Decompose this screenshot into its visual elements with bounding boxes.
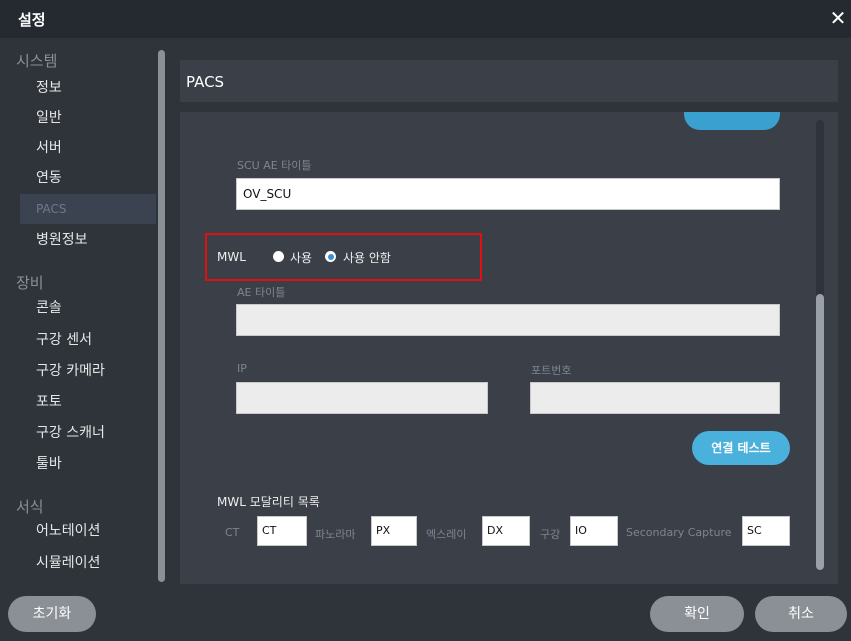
highlight-box (205, 233, 482, 281)
sidebar-item-server[interactable]: 서버 (20, 133, 156, 163)
pacs-settings-panel: SCU AE 타이틀 OV_SCU MWL 사용 사용 안함 AE 타이틀 IP… (180, 112, 838, 584)
confirm-button[interactable]: 확인 (650, 596, 744, 632)
sidebar-item-link[interactable]: 연동 (20, 163, 156, 193)
sidebar-item-info[interactable]: 정보 (20, 73, 156, 103)
modality-secondary-capture-label: Secondary Capture (626, 526, 732, 539)
ip-input[interactable] (236, 382, 488, 414)
cancel-button[interactable]: 취소 (755, 596, 847, 632)
sidebar-section-devices: 장비 (16, 274, 44, 292)
ae-title-label: AE 타이틀 (237, 286, 286, 299)
partial-button[interactable] (684, 112, 780, 130)
sidebar-scrollbar[interactable] (158, 50, 165, 582)
connection-test-button[interactable]: 연결 테스트 (692, 431, 790, 465)
sidebar-item-intraoral-sensor[interactable]: 구강 센서 (20, 325, 156, 355)
port-input[interactable] (530, 382, 780, 414)
ae-title-input[interactable] (236, 304, 780, 336)
modality-list-label: MWL 모달리티 목록 (217, 495, 320, 509)
modality-ct-label: CT (225, 526, 240, 539)
ip-label: IP (237, 362, 247, 375)
sidebar-section-templates: 서식 (16, 498, 44, 516)
title-bar: 설정 ✕ (0, 0, 851, 38)
modality-intraoral-label: 구강 (540, 528, 561, 541)
sidebar-item-intraoral-camera[interactable]: 구강 카메라 (20, 356, 156, 386)
sidebar-item-simulation[interactable]: 시뮬레이션 (20, 548, 156, 578)
panel-scroll-thumb[interactable] (816, 294, 824, 570)
sidebar-item-photo[interactable]: 포토 (20, 387, 156, 417)
sidebar-section-system: 시스템 (16, 52, 58, 70)
sidebar-item-toolbar[interactable]: 툴바 (20, 449, 156, 479)
modality-secondary-capture-input[interactable]: SC (742, 516, 790, 546)
sidebar: 시스템 정보 일반 서버 연동 PACS 병원정보 장비 콘솔 구강 센서 구강… (0, 38, 170, 594)
modality-xray-input[interactable]: DX (482, 516, 530, 546)
sidebar-item-intraoral-scanner[interactable]: 구강 스캐너 (20, 418, 156, 448)
port-label: 포트번호 (531, 364, 572, 377)
sidebar-item-console[interactable]: 콘솔 (20, 293, 156, 323)
section-header: PACS (180, 60, 838, 102)
modality-xray-label: 엑스레이 (426, 528, 467, 541)
sidebar-item-hospital-info[interactable]: 병원정보 (20, 225, 156, 255)
modality-ct-input[interactable]: CT (257, 516, 307, 546)
reset-button[interactable]: 초기화 (8, 596, 96, 632)
sidebar-item-annotation[interactable]: 어노테이션 (20, 516, 156, 546)
scu-ae-title-label: SCU AE 타이틀 (237, 159, 312, 172)
section-title: PACS (186, 73, 225, 91)
modality-panorama-input[interactable]: PX (371, 516, 417, 546)
sidebar-item-general[interactable]: 일반 (20, 103, 156, 133)
sidebar-item-pacs[interactable]: PACS (20, 194, 156, 224)
scu-ae-title-input[interactable]: OV_SCU (236, 178, 780, 210)
modality-intraoral-input[interactable]: IO (570, 516, 618, 546)
close-icon[interactable]: ✕ (827, 6, 849, 30)
window-title: 설정 (18, 11, 46, 29)
modality-panorama-label: 파노라마 (315, 528, 356, 541)
